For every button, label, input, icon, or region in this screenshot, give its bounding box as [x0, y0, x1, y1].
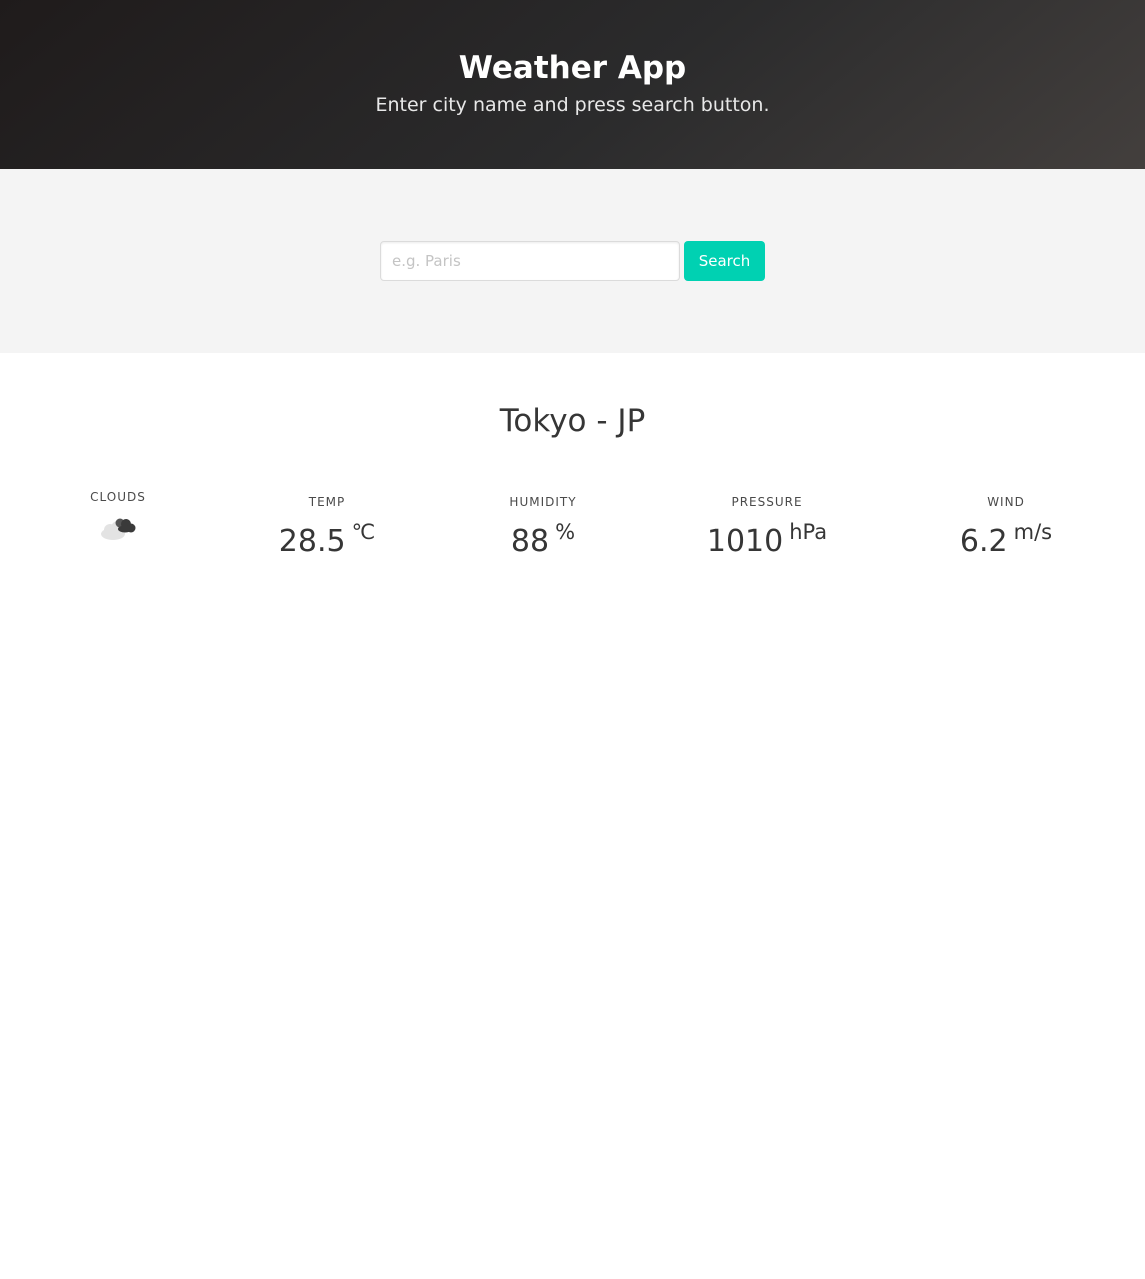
- weather-results: Tokyo - JP Clouds Temp 28.5 ℃ Humidity 88…: [0, 353, 1145, 1279]
- search-button[interactable]: Search: [684, 241, 765, 281]
- app-title: Weather App: [458, 50, 687, 86]
- pressure-label: Pressure: [731, 495, 803, 509]
- pressure-value-row: 1010 hPa: [682, 512, 852, 566]
- humidity-stat: Humidity 88%: [468, 494, 618, 566]
- search-section: Search: [0, 169, 1145, 353]
- pressure-value: 1010: [706, 524, 784, 559]
- humidity-label: Humidity: [509, 495, 577, 509]
- condition-label: Clouds: [90, 490, 146, 504]
- pressure-unit: hPa: [789, 520, 828, 544]
- broken-clouds-icon: [98, 513, 138, 547]
- temp-label: Temp: [308, 495, 346, 509]
- app-subtitle: Enter city name and press search button.: [375, 94, 770, 116]
- wind-value: 6.2: [959, 524, 1008, 559]
- humidity-value-row: 88%: [468, 512, 618, 566]
- temp-unit: ℃: [351, 520, 376, 544]
- humidity-unit: %: [555, 520, 576, 544]
- wind-unit: m/s: [1013, 520, 1053, 544]
- hero-header: Weather App Enter city name and press se…: [0, 0, 1145, 169]
- city-search-input[interactable]: [380, 241, 680, 281]
- pressure-stat: Pressure 1010 hPa: [682, 494, 852, 566]
- search-form: Search: [380, 241, 765, 281]
- temp-stat: Temp 28.5 ℃: [252, 494, 402, 566]
- city-name: Tokyo - JP: [499, 403, 646, 439]
- wind-value-row: 6.2 m/s: [926, 512, 1086, 566]
- condition-stat: Clouds: [78, 489, 158, 547]
- humidity-value: 88: [510, 524, 550, 559]
- temp-value: 28.5: [278, 524, 346, 559]
- wind-label: Wind: [987, 495, 1025, 509]
- wind-stat: Wind 6.2 m/s: [926, 494, 1086, 566]
- temp-value-row: 28.5 ℃: [252, 512, 402, 566]
